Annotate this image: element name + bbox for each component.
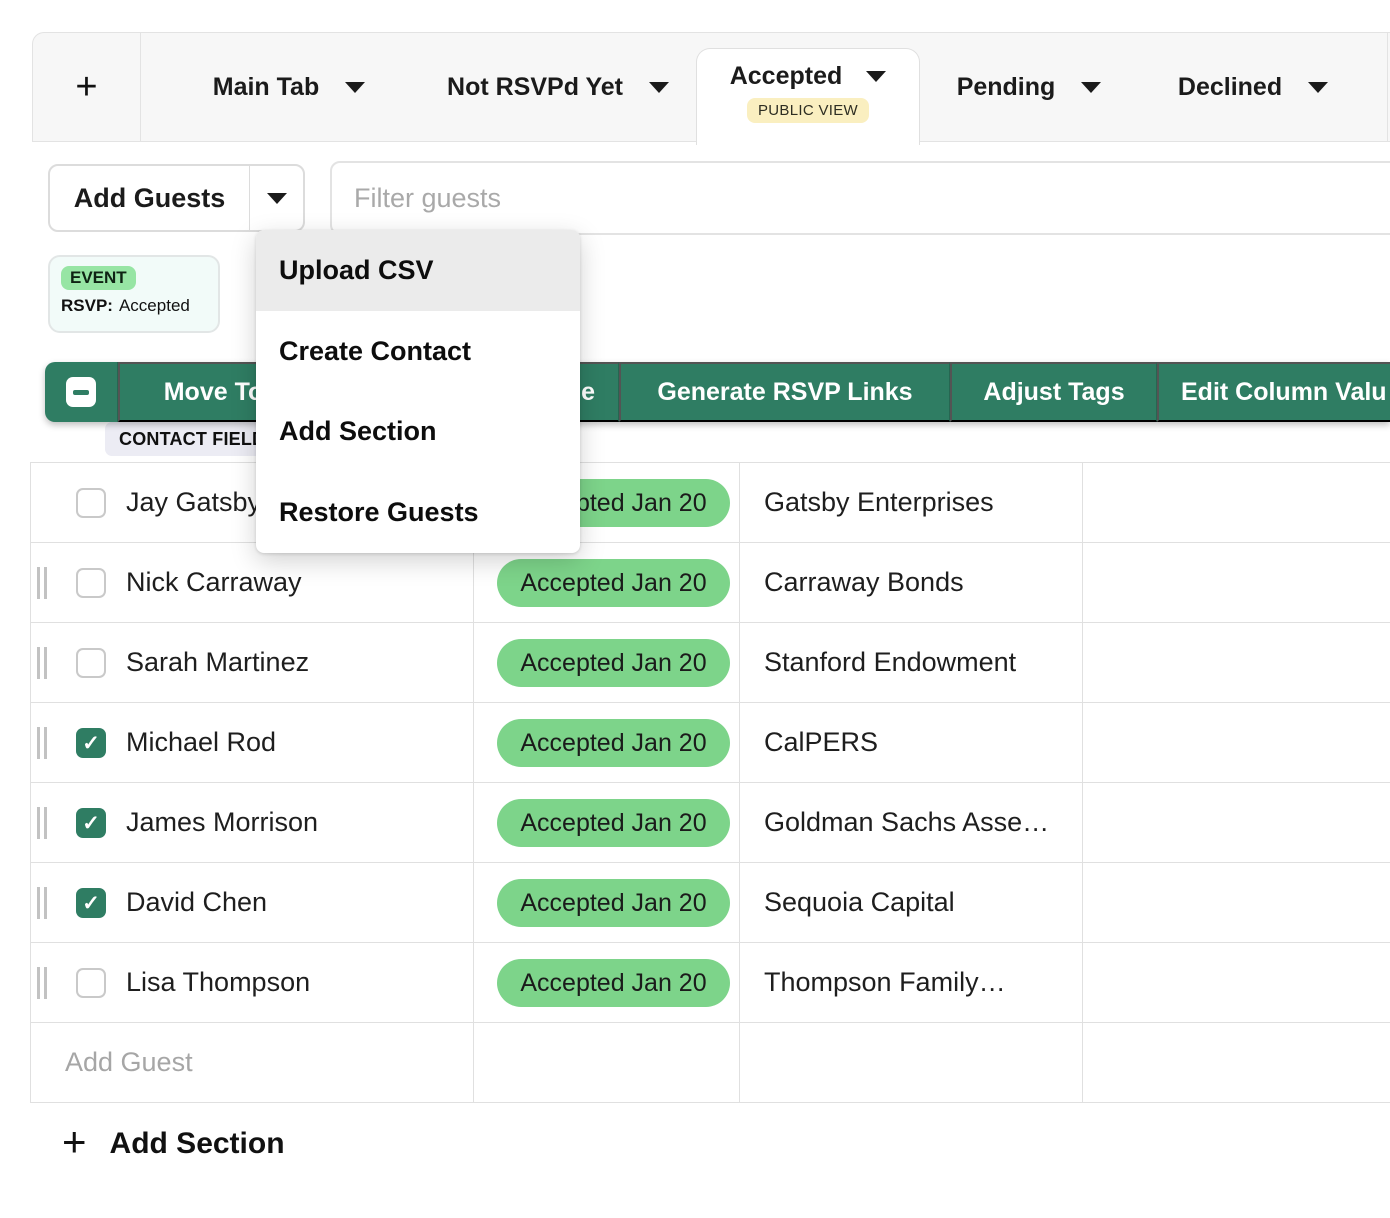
drag-handle-icon[interactable]	[37, 967, 49, 999]
add-guest-placeholder[interactable]: Add Guest	[65, 1023, 193, 1102]
indeterminate-checkbox-icon	[66, 377, 96, 407]
guest-name[interactable]: Nick Carraway	[126, 543, 302, 622]
chevron-down-icon	[649, 82, 669, 93]
select-all-checkbox[interactable]	[45, 362, 118, 422]
guest-name[interactable]: Jay Gatsby	[126, 463, 261, 542]
company-cell[interactable]: Thompson Family…	[764, 943, 1006, 1022]
rsvp-filter-text: RSVP: Accepted	[61, 296, 207, 316]
company-cell[interactable]: Gatsby Enterprises	[764, 463, 994, 542]
row-checkbox[interactable]: ✓	[76, 808, 106, 838]
tab-accepted[interactable]: Accepted PUBLIC VIEW	[696, 48, 920, 145]
rsvp-status-pill[interactable]: Accepted Jan 20	[497, 559, 730, 607]
table-row: ✓ Michael Rod Accepted Jan 20 CalPERS	[31, 703, 1390, 783]
company-cell[interactable]: Sequoia Capital	[764, 863, 955, 942]
drag-handle-icon[interactable]	[37, 567, 49, 599]
tab-label: Accepted	[730, 62, 843, 91]
tab-main-tab[interactable]: Main Tab	[183, 33, 395, 141]
table-row: Sarah Martinez Accepted Jan 20 Stanford …	[31, 623, 1390, 703]
filter-guests-box	[330, 161, 1390, 235]
add-guests-dropdown-menu: Upload CSV Create Contact Add Section Re…	[256, 230, 580, 553]
plus-icon: +	[75, 68, 97, 106]
menu-item-create-contact[interactable]: Create Contact	[256, 311, 580, 392]
minus-icon	[73, 390, 89, 395]
add-guest-row[interactable]: Add Guest	[31, 1023, 1390, 1103]
table-row: ✓ David Chen Accepted Jan 20 Sequoia Cap…	[31, 863, 1390, 943]
rsvp-field-label: RSVP:	[61, 296, 113, 315]
table-row: Jay Gatsby Accepted Jan 20 Gatsby Enterp…	[31, 463, 1390, 543]
tab-label: Not RSVPd Yet	[447, 73, 623, 102]
adjust-tags-button[interactable]: Adjust Tags	[950, 362, 1157, 422]
chevron-down-icon	[267, 193, 287, 204]
tab-bar: + Main Tab Not RSVPd Yet Accepted PUBLIC…	[32, 32, 1390, 142]
tab-declined[interactable]: Declined	[1147, 33, 1359, 141]
guest-table: Jay Gatsby Accepted Jan 20 Gatsby Enterp…	[30, 462, 1390, 1103]
tab-label: Declined	[1178, 73, 1282, 102]
drag-handle-icon[interactable]	[37, 647, 49, 679]
check-icon: ✓	[82, 813, 100, 834]
table-row: Nick Carraway Accepted Jan 20 Carraway B…	[31, 543, 1390, 623]
rsvp-status-pill[interactable]: Accepted Jan 20	[497, 879, 730, 927]
edit-column-values-button[interactable]: Edit Column Valu	[1157, 362, 1390, 422]
chevron-down-icon	[1308, 82, 1328, 93]
rsvp-status-pill[interactable]: Accepted Jan 20	[497, 799, 730, 847]
row-checkbox[interactable]: ✓	[76, 888, 106, 918]
plus-icon: +	[62, 1121, 87, 1163]
rsvp-status-pill[interactable]: Accepted Jan 20	[497, 639, 730, 687]
add-tab-button[interactable]: +	[33, 33, 141, 141]
company-cell[interactable]: Stanford Endowment	[764, 623, 1016, 702]
row-checkbox[interactable]: ✓	[76, 728, 106, 758]
tab-divider	[1387, 33, 1388, 141]
chevron-down-icon	[345, 82, 365, 93]
rsvp-status-pill[interactable]: Accepted Jan 20	[497, 959, 730, 1007]
drag-handle-icon[interactable]	[37, 727, 49, 759]
add-section-label: Add Section	[110, 1127, 285, 1161]
menu-item-add-section[interactable]: Add Section	[256, 392, 580, 473]
add-guests-button[interactable]: Add Guests	[50, 166, 249, 230]
public-view-badge: PUBLIC VIEW	[747, 98, 869, 123]
bulk-actions-toolbar: Move To e Generate RSVP Links Adjust Tag…	[45, 362, 1390, 422]
chevron-down-icon	[866, 71, 886, 82]
menu-item-restore-guests[interactable]: Restore Guests	[256, 472, 580, 553]
chevron-down-icon	[1081, 82, 1101, 93]
guest-list-page: { "icons": { "plus": "+", "check": "✓" }…	[0, 0, 1390, 1218]
row-checkbox[interactable]	[76, 488, 106, 518]
guest-name[interactable]: James Morrison	[126, 783, 318, 862]
tab-pending[interactable]: Pending	[923, 33, 1135, 141]
table-row: Lisa Thompson Accepted Jan 20 Thompson F…	[31, 943, 1390, 1023]
add-guests-split-button: Add Guests	[48, 164, 305, 232]
tab-not-rsvpd-yet[interactable]: Not RSVPd Yet	[423, 33, 693, 141]
company-cell[interactable]: Carraway Bonds	[764, 543, 964, 622]
check-icon: ✓	[82, 893, 100, 914]
add-section-button[interactable]: + Add Section	[62, 1112, 285, 1176]
contact-field-header: CONTACT FIELD	[105, 422, 279, 456]
menu-item-upload-csv[interactable]: Upload CSV	[256, 230, 580, 311]
rsvp-status-pill[interactable]: Accepted Jan 20	[497, 719, 730, 767]
generate-rsvp-links-button[interactable]: Generate RSVP Links	[619, 362, 950, 422]
row-checkbox[interactable]	[76, 648, 106, 678]
tab-label: Pending	[957, 73, 1056, 102]
rsvp-field-value: Accepted	[119, 296, 190, 315]
rsvp-filter-chip[interactable]: EVENT RSVP: Accepted	[48, 255, 220, 333]
drag-handle-icon[interactable]	[37, 887, 49, 919]
company-cell[interactable]: Goldman Sachs Asse…	[764, 783, 1049, 862]
drag-handle-icon[interactable]	[37, 807, 49, 839]
guest-name[interactable]: Lisa Thompson	[126, 943, 310, 1022]
guest-name[interactable]: Sarah Martinez	[126, 623, 309, 702]
guest-name[interactable]: Michael Rod	[126, 703, 276, 782]
filter-guests-input[interactable]	[332, 163, 1390, 233]
add-guests-dropdown-toggle[interactable]	[249, 166, 303, 230]
check-icon: ✓	[82, 733, 100, 754]
row-checkbox[interactable]	[76, 568, 106, 598]
guest-name[interactable]: David Chen	[126, 863, 267, 942]
company-cell[interactable]: CalPERS	[764, 703, 878, 782]
tab-label: Main Tab	[213, 73, 319, 102]
event-tag-badge: EVENT	[61, 266, 136, 290]
table-row: ✓ James Morrison Accepted Jan 20 Goldman…	[31, 783, 1390, 863]
row-checkbox[interactable]	[76, 968, 106, 998]
